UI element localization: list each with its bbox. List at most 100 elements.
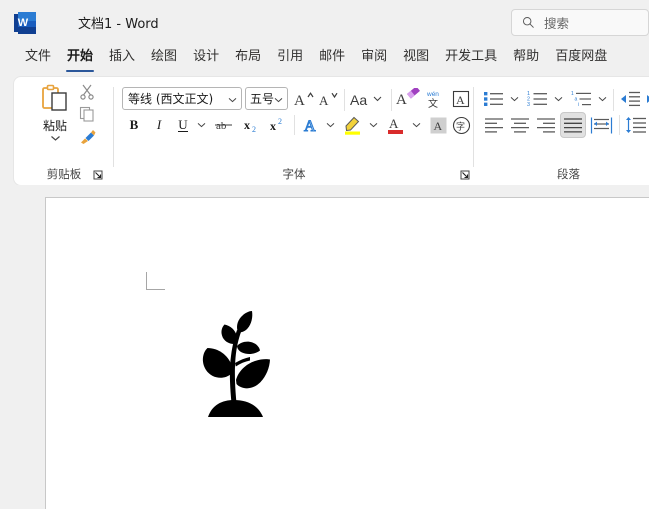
ribbon-tab-10[interactable]: 开发工具 [437,45,505,73]
ribbon-tab-label: 视图 [403,49,430,64]
ribbon-tab-7[interactable]: 邮件 [311,45,353,73]
svg-text:2: 2 [252,125,256,134]
text-effects-button[interactable]: A [300,114,324,136]
distributed-align-button[interactable] [588,113,614,137]
bold-label: B [129,117,139,132]
ribbon-tab-1[interactable]: 开始 [59,45,101,73]
paste-button[interactable]: 粘贴 [32,83,78,145]
bold-button[interactable]: B [122,114,146,136]
ribbon-tab-4[interactable]: 设计 [185,45,227,73]
character-shading-icon: A [430,117,446,133]
ribbon-tab-3[interactable]: 绘图 [143,45,185,73]
grow-font-button[interactable]: A [292,87,316,110]
numbered-list-icon: 1 2 3 [527,91,547,108]
font-size-value: 五号 [250,92,275,106]
line-spacing-button[interactable] [624,113,648,137]
document-page[interactable] [46,198,649,509]
clipboard-dialog-launcher[interactable] [92,168,104,180]
character-shading-button[interactable]: A [427,114,449,136]
align-left-button[interactable] [482,113,506,137]
search-box[interactable]: 搜索 [511,9,649,36]
multilevel-list-icon: 1 a i [571,91,591,108]
chevron-down-icon [412,123,420,128]
ribbon-tab-8[interactable]: 审阅 [353,45,395,73]
multilevel-list-dropdown[interactable] [594,87,610,110]
italic-button[interactable]: I [147,114,171,136]
paste-clipboard-icon [42,84,67,111]
underline-button[interactable]: U [172,114,194,136]
font-color-dropdown[interactable] [408,114,424,136]
align-right-button[interactable] [534,113,558,137]
shrink-font-icon: A [319,92,338,108]
text-effects-dropdown[interactable] [322,114,338,136]
superscript-icon: x 2 [270,117,282,133]
underline-label: U [178,117,188,132]
svg-text:A: A [319,93,329,108]
shrink-font-button[interactable]: A [317,87,341,110]
increase-indent-icon [647,94,649,103]
svg-text:wén: wén [426,91,439,98]
highlight-color-button[interactable] [341,113,365,137]
font-name-combobox[interactable]: 等线 (西文正文) [122,87,242,110]
phonetic-guide-button[interactable]: wén 文 [422,86,448,111]
cut-button[interactable] [78,83,100,104]
numbering-button[interactable]: 1 2 3 [526,87,550,110]
scissors-cut-icon [80,84,94,100]
bullets-button[interactable] [482,87,506,110]
svg-text:A: A [294,93,305,108]
ribbon-tab-2[interactable]: 插入 [101,45,143,73]
ribbon-tab-9[interactable]: 视图 [395,45,437,73]
text-highlight-color-icon [345,116,360,135]
ribbon-tab-12[interactable]: 百度网盘 [547,45,615,73]
svg-text:字: 字 [456,120,465,132]
numbering-dropdown[interactable] [550,87,566,110]
svg-text:Aa: Aa [350,92,367,108]
ribbon-tab-0[interactable]: 文件 [17,45,59,73]
subscript-button[interactable]: x 2 [240,114,264,136]
svg-text:A: A [433,119,442,133]
ribbon-tab-5[interactable]: 布局 [227,45,269,73]
sprout-plant-image[interactable] [198,308,274,420]
svg-text:A: A [389,116,399,131]
align-center-button[interactable] [508,113,532,137]
grow-font-icon: A [294,91,314,108]
multilevel-list-button[interactable]: 1 a i [570,87,594,110]
format-painter-button[interactable] [78,127,100,148]
svg-text:x: x [270,119,276,133]
underline-dropdown[interactable] [193,114,209,136]
enclose-characters-button[interactable]: 字 [450,114,472,136]
character-border-button[interactable]: A [449,87,473,110]
ribbon-group-paragraph: 1 2 3 1 a i 段落 [474,77,649,185]
ribbon-tab-11[interactable]: 帮助 [505,45,547,73]
chevron-down-icon [50,136,60,141]
font-size-combobox[interactable]: 五号 [245,87,288,110]
decrease-indent-button[interactable] [618,87,642,110]
increase-indent-button[interactable] [644,87,649,110]
align-right-icon [537,117,555,133]
svg-text:A: A [396,92,407,108]
font-dialog-launcher[interactable] [459,168,471,180]
ribbon-tab-6[interactable]: 引用 [269,45,311,73]
chevron-down-icon [274,98,283,103]
paragraph-group-label: 段落 [557,167,580,181]
chevron-down-icon [228,98,237,103]
align-center-icon [511,117,529,133]
strikethrough-button[interactable]: ab [212,114,236,136]
copy-button[interactable] [78,105,100,126]
svg-text:ab: ab [216,120,227,132]
clear-formatting-button[interactable]: A [395,86,421,111]
superscript-button[interactable]: x 2 [266,114,290,136]
subscript-icon: x 2 [244,118,256,134]
distributed-align-icon [590,117,612,133]
clear-formatting-icon: A [396,87,420,108]
highlight-color-dropdown[interactable] [365,114,381,136]
svg-text:A: A [304,118,316,135]
margin-corner-mark [146,272,165,290]
ribbon: 粘贴 剪贴板 等线 (西文正文) 五号 A A Aa A wén 文 A B I… [14,77,649,185]
document-canvas[interactable] [0,185,649,509]
change-case-button[interactable]: Aa [348,87,386,110]
bullets-dropdown[interactable] [506,87,522,110]
word-icon: W [14,11,36,34]
font-color-button[interactable]: A [384,113,408,137]
justify-button[interactable] [560,112,586,138]
